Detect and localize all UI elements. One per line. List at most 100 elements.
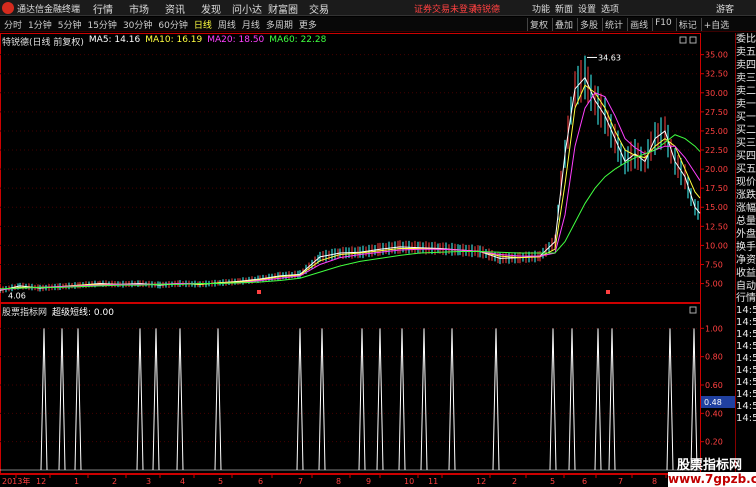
watermark-title: 股票指标网 (677, 458, 743, 473)
period-tab[interactable]: 周线 (218, 18, 236, 31)
app-title: 通达信金融终端 (17, 5, 81, 15)
period-tab[interactable]: 分时 (4, 18, 22, 31)
signal-spike (40, 328, 48, 471)
price-tick-label: 5.00 (705, 280, 723, 289)
menu-item-discover[interactable]: 发现 (196, 1, 226, 16)
period-tab[interactable]: 日线 (194, 18, 212, 31)
tool-mark-button[interactable]: 标记 (675, 18, 699, 31)
menu-item-new-layout[interactable]: 新面 (555, 2, 577, 15)
tick-time-label: 14:5 (736, 377, 756, 388)
quote-field-label: 换手 (736, 242, 756, 253)
tool-stats-button[interactable]: 统计 (602, 18, 625, 31)
menu-item-function[interactable]: 功能 (532, 2, 554, 15)
period-tab[interactable]: 多周期 (266, 18, 293, 31)
tick-list: 自动行情14:514:514:514:514:514:514:514:514:5… (736, 281, 756, 425)
ma60-label: MA60: 22.28 (269, 35, 327, 45)
tick-time-label: 行情 (736, 293, 756, 304)
signal-spike (358, 328, 366, 471)
price-tick-label: 12.50 (705, 222, 728, 231)
price-tick-label: 35.00 (705, 51, 728, 60)
period-tab[interactable]: 5分钟 (58, 18, 82, 31)
ma5-label: MA5: 14.16 (88, 35, 141, 45)
event-marker (257, 290, 261, 294)
quote-field-label: 委比 (736, 34, 756, 45)
price-tick-label: 32.50 (705, 70, 728, 79)
date-tick-label: 12 (36, 477, 46, 486)
indicator-chart[interactable]: 1.00 0.80 0.60 0.40 0.20 0.48 (0, 303, 735, 474)
period-tab[interactable]: 15分钟 (87, 18, 116, 31)
indicator-tick-label: 0.80 (705, 353, 723, 362)
current-value-label: 0.48 (704, 398, 722, 407)
date-tick-label: 3 (146, 477, 151, 486)
menu-item-wealth[interactable]: 财富圈 (268, 1, 298, 16)
tool-draw-button[interactable]: 画线 (627, 18, 650, 31)
period-tab[interactable]: 月线 (242, 18, 260, 31)
price-tick-label: 22.50 (705, 146, 728, 155)
tool-overlay-button[interactable]: 叠加 (552, 18, 575, 31)
tick-time-label: 14:5 (736, 341, 756, 352)
date-tick-label: 7 (298, 477, 303, 486)
ma-line-ma10 (0, 84, 701, 291)
indicator-tick-label: 0.60 (705, 381, 723, 390)
price-chart-frame (0, 33, 701, 303)
menu-item-news[interactable]: 资讯 (160, 1, 190, 16)
tool-add-watchlist-button[interactable]: +自选 (700, 18, 732, 31)
quote-field-label: 收益 (736, 268, 756, 279)
tick-time-label: 14:5 (736, 305, 756, 316)
menu-item-options[interactable]: 选项 (601, 2, 623, 15)
main-menu: 行情 市场 资讯 发现 问小达 财富圈 交易 (88, 1, 340, 16)
tick-time-label: 14:5 (736, 389, 756, 400)
indicator-tick-label: 0.40 (705, 409, 723, 418)
tick-time-label: 自动 (736, 281, 756, 292)
tick-time-label: 14:5 (736, 401, 756, 412)
ma10-label: MA10: 16.19 (145, 35, 203, 45)
price-tick-label: 27.50 (705, 108, 728, 117)
menu-item-quotes[interactable]: 行情 (88, 1, 118, 16)
ma-line-ma20 (0, 92, 701, 291)
menu-item-settings[interactable]: 设置 (578, 2, 600, 15)
quote-field-label: 外盘 (736, 229, 756, 240)
menu-item-ask[interactable]: 问小达 (232, 1, 262, 16)
period-tab[interactable]: 1分钟 (28, 18, 52, 31)
quote-field-label: 卖二 (736, 86, 756, 97)
quote-field-label: 买一 (736, 112, 756, 123)
date-tick-label: 6 (582, 477, 587, 486)
date-tick-label: 2 (512, 477, 517, 486)
period-tab[interactable]: 30分钟 (123, 18, 152, 31)
price-tick-label: 15.00 (705, 203, 728, 212)
watermark-url: www.7gpzb.com (668, 472, 756, 487)
signal-spike (152, 328, 160, 471)
date-tick-label: 7 (618, 477, 623, 486)
tool-multi-stock-button[interactable]: 多股 (577, 18, 600, 31)
login-notice-link[interactable]: 证券交易未登录 (414, 2, 477, 15)
signal-spike (594, 328, 602, 471)
tick-time-label: 14:5 (736, 329, 756, 340)
price-chart[interactable]: 35.00 32.50 30.00 27.50 25.00 22.50 20.00 17.50… (0, 33, 735, 303)
period-tab[interactable]: 更多 (299, 18, 317, 31)
chart-toolbar: 分时 1分钟 5分钟 15分钟 30分钟 60分钟 日线 周线 月线 多周期 更… (0, 17, 756, 32)
menu-item-market[interactable]: 市场 (124, 1, 154, 16)
tool-f10-button[interactable]: F10 (652, 18, 674, 31)
quote-field-label: 卖四 (736, 60, 756, 71)
ma20-label: MA20: 18.50 (207, 35, 265, 45)
current-stock-tag[interactable]: 特锐德 (473, 2, 500, 15)
date-tick-label: 2013年 (2, 476, 30, 486)
price-tick-label: 10.00 (705, 241, 728, 250)
maximize-icon (689, 306, 697, 314)
signal-spike (214, 328, 222, 471)
signal-spike (176, 328, 184, 471)
quote-field-label: 卖五 (736, 47, 756, 58)
peak-price-label: 34.63 (598, 53, 621, 62)
event-marker (606, 290, 610, 294)
indicator-name: 股票指标网 (2, 308, 48, 318)
menu-item-trade[interactable]: 交易 (304, 1, 334, 16)
signal-spike (666, 328, 674, 471)
date-tick-label: 10 (404, 477, 414, 486)
tool-adjust-button[interactable]: 复权 (527, 18, 550, 31)
signal-spike (549, 328, 557, 471)
quote-field-label: 买五 (736, 164, 756, 175)
guest-user-label[interactable]: 游客 (716, 2, 734, 15)
date-axis: 2013年 12 1 2 3 4 5 6 7 8 9 10 11 12 2 5 6 7 8 (0, 474, 700, 486)
period-tab[interactable]: 60分钟 (158, 18, 187, 31)
signal-spike (296, 328, 304, 471)
